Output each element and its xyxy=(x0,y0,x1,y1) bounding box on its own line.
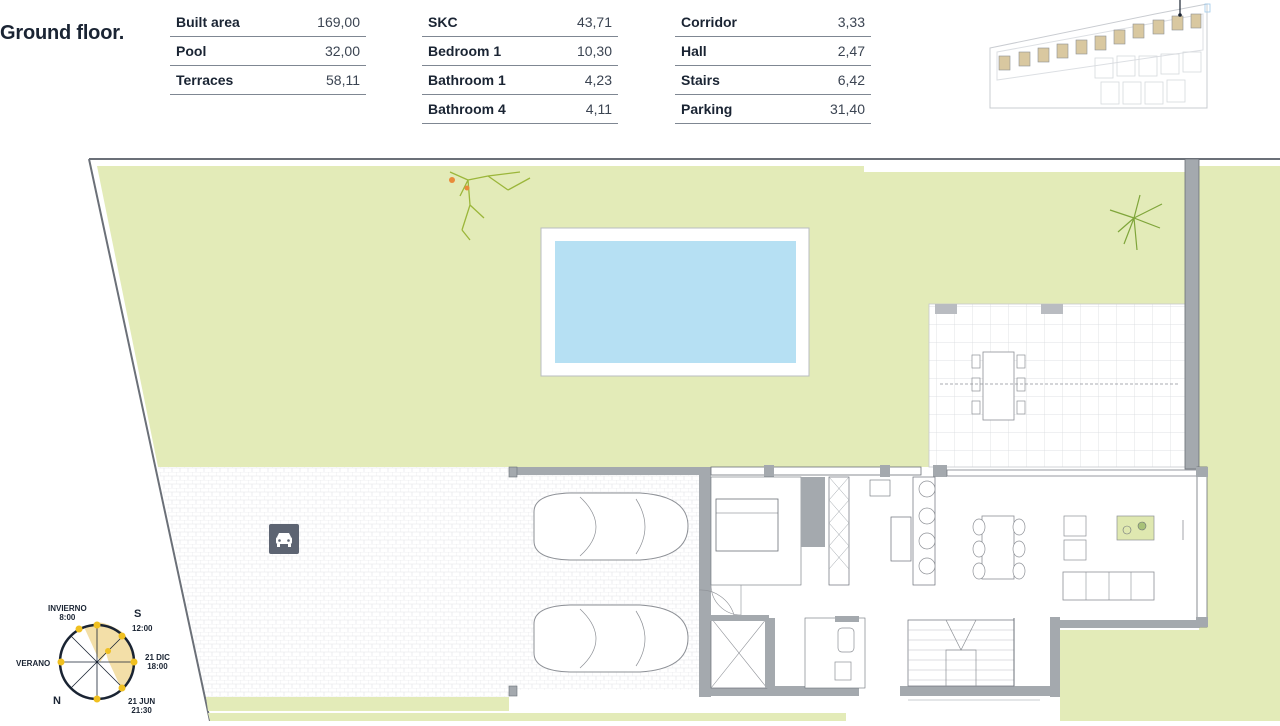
compass-north-label: N xyxy=(53,695,61,707)
sun-label-dic: 21 DIC 18:00 xyxy=(145,653,170,671)
sun-label-verano: VERANO xyxy=(16,659,51,668)
car-icon xyxy=(269,524,299,554)
sun-label-invierno: INVIERNO 8:00 xyxy=(48,604,87,622)
sun-diagram: INVIERNO 8:00 S 12:00 VERANO 21 DIC 18:00 … xyxy=(0,600,200,721)
compass-south-label: S xyxy=(134,608,142,620)
sun-label-jun: 21 JUN 21:30 xyxy=(128,697,156,715)
sun-time-noon: 12:00 xyxy=(132,624,153,633)
